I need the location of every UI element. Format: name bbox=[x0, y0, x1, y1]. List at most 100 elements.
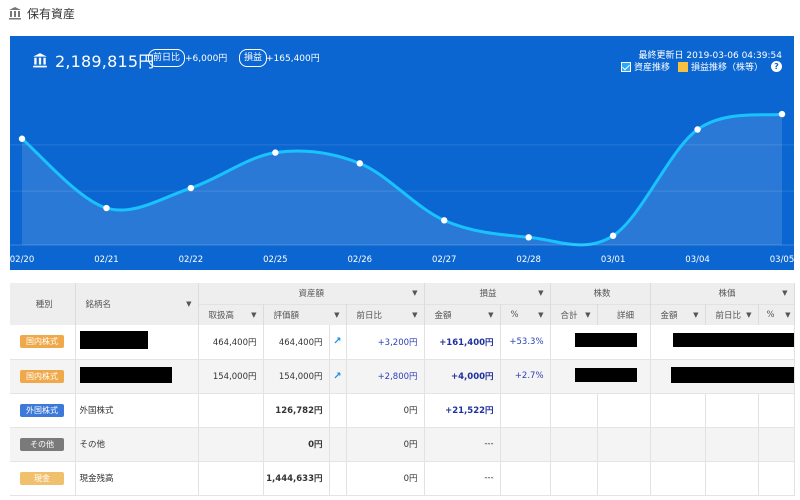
redacted-name bbox=[79, 331, 148, 350]
data-point bbox=[694, 126, 701, 133]
col-price[interactable]: 株価 ▼ bbox=[650, 283, 795, 304]
x-tick-label: 02/20 bbox=[10, 255, 34, 265]
col-valuation[interactable]: 評価額 ▼ bbox=[263, 303, 347, 325]
prev-value: +3,200円 bbox=[346, 325, 425, 360]
x-tick-label: 02/26 bbox=[348, 255, 373, 265]
data-point bbox=[525, 234, 532, 241]
pl-pct-value bbox=[500, 461, 551, 496]
table-row[interactable]: 国内株式 154,000円 154,000円 ↗ +2,800円 +4,000円… bbox=[10, 359, 795, 394]
sort-down-icon[interactable]: ▼ bbox=[186, 300, 191, 308]
col-acq[interactable]: 取扱高 ▼ bbox=[198, 303, 264, 325]
redacted-name bbox=[79, 366, 172, 383]
pl-value: +21,522円 bbox=[424, 393, 501, 428]
profit-value: +165,400円 bbox=[266, 54, 320, 64]
col-pl-pct[interactable]: % ▼ bbox=[500, 303, 551, 325]
redacted-price bbox=[670, 366, 794, 383]
sort-down-icon[interactable]: ▼ bbox=[538, 289, 543, 297]
col-pl[interactable]: 損益 ▼ bbox=[424, 283, 551, 304]
badge-other: その他 bbox=[20, 437, 64, 451]
pl-pct-value: +53.3% bbox=[500, 325, 551, 360]
x-tick-label: 03/04 bbox=[685, 255, 710, 265]
x-tick-label: 02/21 bbox=[94, 255, 119, 265]
x-tick-label: 02/22 bbox=[179, 255, 204, 265]
sort-down-icon[interactable]: ▼ bbox=[782, 289, 787, 297]
prev-value: 0円 bbox=[346, 393, 425, 428]
x-tick-label: 02/27 bbox=[432, 255, 457, 265]
table-row[interactable]: 国内株式 464,400円 464,400円 ↗ +3,200円 +161,40… bbox=[10, 325, 795, 360]
acq-value bbox=[198, 393, 264, 428]
table-row[interactable]: 外国株式 外国株式 126,782円 0円 +21,522円 bbox=[10, 393, 795, 428]
x-tick-label: 03/01 bbox=[601, 255, 626, 265]
valuation-value: 154,000円 bbox=[263, 359, 330, 394]
section-title: 保有資産 bbox=[27, 6, 76, 21]
trend-up-icon: ↗ bbox=[333, 370, 342, 382]
data-point bbox=[356, 160, 363, 167]
asset-checkbox[interactable] bbox=[620, 61, 631, 72]
col-assets[interactable]: 資産額 ▼ bbox=[198, 283, 425, 304]
acq-value: 464,400円 bbox=[198, 325, 264, 360]
sort-down-icon[interactable]: ▼ bbox=[412, 289, 417, 297]
legend-asset-label: 資産推移 bbox=[633, 63, 670, 73]
badge-domestic: 国内株式 bbox=[20, 335, 64, 349]
pl-pct-value bbox=[500, 427, 551, 462]
valuation-value: 0円 bbox=[263, 427, 330, 462]
redacted-shares bbox=[574, 367, 637, 382]
bank-icon bbox=[33, 53, 47, 68]
data-point bbox=[441, 217, 448, 224]
data-point bbox=[778, 110, 786, 118]
pl-pct-value: +2.7% bbox=[500, 359, 551, 394]
col-price-amount[interactable]: 金額 ▼ bbox=[650, 303, 706, 325]
acq-value: 154,000円 bbox=[198, 359, 264, 394]
asset-name: 外国株式 bbox=[75, 393, 199, 428]
asset-name: その他 bbox=[75, 427, 199, 462]
prev-day-pill: 前日比 bbox=[148, 49, 186, 67]
valuation-value: 1,444,633円 bbox=[263, 461, 330, 496]
prev-value: +2,800円 bbox=[346, 359, 425, 394]
col-pl-amount[interactable]: 金額 ▼ bbox=[424, 303, 501, 325]
col-shares-total[interactable]: 合計 ▼ bbox=[550, 303, 598, 325]
data-point bbox=[272, 149, 279, 156]
badge-domestic: 国内株式 bbox=[20, 369, 64, 383]
asset-name: 現金残高 bbox=[75, 461, 199, 496]
pl-value: --- bbox=[424, 427, 501, 462]
help-icon[interactable]: ? bbox=[771, 61, 782, 72]
section-header: 保有資産 bbox=[8, 2, 75, 24]
col-prev[interactable]: 前日比 ▼ bbox=[346, 303, 425, 325]
col-name[interactable]: 銘柄名 ▼ bbox=[75, 283, 199, 325]
table-row[interactable]: その他 その他 0円 0円 --- bbox=[10, 427, 795, 462]
x-tick-label: 02/25 bbox=[263, 255, 288, 265]
x-tick-label: 03/05 bbox=[770, 255, 794, 265]
prev-value: 0円 bbox=[346, 461, 425, 496]
table-header-top: 種別 銘柄名 ▼ 資産額 ▼ 損益 ▼ 株数 株価 ▼ bbox=[10, 283, 795, 325]
asset-chart-panel: 02/20 02/21 02/22 02/25 02/26 02/27 02/28 03/01… bbox=[10, 36, 794, 270]
series-area bbox=[22, 114, 782, 245]
holdings-table: 種別 銘柄名 ▼ 資産額 ▼ 損益 ▼ 株数 株価 ▼ 取扱高 ▼ 評価額 ▼ 前日比 ▼ 金… bbox=[10, 283, 795, 496]
redacted-shares bbox=[574, 333, 637, 348]
total-assets: 2,189,815円 bbox=[32, 48, 154, 72]
badge-cash: 現金 bbox=[20, 471, 64, 485]
valuation-value: 464,400円 bbox=[263, 325, 330, 360]
legend-profit-label: 損益推移（株等） bbox=[690, 63, 763, 73]
prev-day-value: +6,000円 bbox=[185, 54, 228, 64]
profit-pill: 損益 bbox=[239, 49, 268, 67]
col-price-pct[interactable]: % ▼ bbox=[758, 303, 795, 325]
pl-value: --- bbox=[424, 461, 501, 496]
valuation-value: 126,782円 bbox=[263, 393, 330, 428]
redacted-price bbox=[672, 333, 794, 348]
bank-icon bbox=[9, 7, 21, 20]
prev-value: 0円 bbox=[346, 427, 425, 462]
pl-pct-value bbox=[500, 393, 551, 428]
badge-foreign: 外国株式 bbox=[20, 403, 64, 417]
holdings-page: 保有資産 02/20 02/21 02/22 02/25 02/26 02/27 02/28… bbox=[0, 0, 800, 500]
acq-value bbox=[198, 461, 264, 496]
profit-checkbox[interactable] bbox=[677, 61, 688, 72]
col-price-prev[interactable]: 前日比 ▼ bbox=[705, 303, 759, 325]
pl-value: +161,400円 bbox=[424, 325, 501, 360]
table-row[interactable]: 現金 現金残高 1,444,633円 0円 --- bbox=[10, 461, 795, 496]
data-point bbox=[18, 135, 26, 142]
data-point bbox=[609, 232, 617, 239]
chart-legend: 資産推移 損益推移（株等） ? bbox=[620, 60, 782, 73]
pl-value: +4,000円 bbox=[424, 359, 501, 394]
acq-value bbox=[198, 427, 264, 462]
data-point bbox=[103, 204, 110, 212]
